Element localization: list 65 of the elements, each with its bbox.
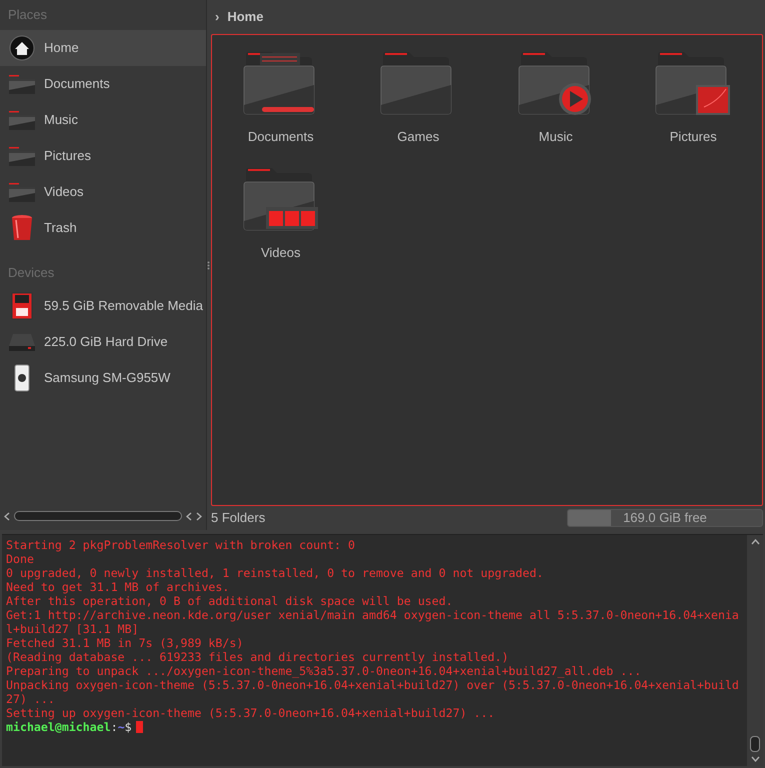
prompt-user: michael@michael [6,720,111,734]
house-icon [9,35,35,61]
breadcrumb-separator: › [215,8,220,26]
terminal-line: Need to get 31.1 MB of archives. [6,580,230,594]
sidebar-item[interactable]: Trash [0,210,206,246]
trash-icon [10,214,34,242]
folder-icon [8,145,36,167]
breadcrumb-item[interactable]: Home [227,7,264,27]
sidebar-item[interactable]: Documents [0,66,206,102]
item-label: 225.0 GiB Hard Drive [44,333,168,352]
item-label: Videos [44,183,84,202]
folder-item[interactable]: Documents [212,47,350,146]
phone-icon [14,364,30,392]
item-label: Samsung SM-G955W [44,369,170,388]
terminal-line: (Reading database ... 619233 files and directories currently installed.) [6,650,510,664]
item-label: Home [44,39,79,58]
folder-item[interactable]: Videos [212,162,350,262]
folder-label: Pictures [670,128,717,146]
splitter-handle-icon[interactable] [207,260,210,270]
terminal-line: Fetched 31.1 MB in 7s (3,989 kB/s) [6,636,244,650]
folder-icon [8,109,36,131]
item-label: Pictures [44,147,91,166]
hard-drive-icon [8,332,36,352]
folder-label: Documents [248,128,314,146]
sidebar-item[interactable]: Music [0,102,206,138]
sidebar-item[interactable]: 59.5 GiB Removable Media [0,288,206,324]
folder-icon [8,181,36,203]
sd-card-icon [10,292,34,320]
scroll-down-icon[interactable] [750,756,760,762]
folder-icon [8,73,36,95]
horizontal-scrollbar[interactable] [14,511,182,521]
sidebar-item[interactable]: Pictures [0,138,206,174]
scroll-up-icon[interactable] [750,539,760,545]
free-space-label: 169.0 GiB free [623,510,707,526]
item-label: Documents [44,75,110,94]
terminal-line: Done [6,552,35,566]
sidebar-item[interactable]: 225.0 GiB Hard Drive [0,324,206,360]
folder-item[interactable]: Games [350,47,487,146]
folder-label: Videos [260,244,300,262]
folder-item[interactable]: Pictures [624,47,762,146]
scroll-right-icon[interactable] [196,512,202,520]
folder-count: 5 Folders [211,509,266,528]
terminal-line: Starting 2 pkgProblemResolver with broken count: 0 [6,538,356,552]
terminal-line: Unpacking oxygen-icon-theme (5:5.37.0-0neon+16.04+xenial+build27) over (5:5.37.0-0neon+16.04+xenial+build27) ... [6,678,740,706]
terminal-line: 0 upgraded, 0 newly installed, 1 reinstalled, 0 to remove and 0 not upgraded. [6,566,544,580]
folder-label: Music [538,128,573,146]
folder-item[interactable]: Music [487,47,624,146]
terminal-line: Setting up oxygen-icon-theme (5:5.37.0-0neon+16.04+xenial+build27) ... [6,706,496,720]
sidebar-item[interactable]: Samsung SM-G955W [0,360,206,396]
item-label: Trash [44,219,77,238]
cursor [136,721,143,733]
prompt-symbol: $ [124,720,132,734]
sidebar-item[interactable]: Home [0,30,206,66]
prompt-path: ~ [118,720,125,734]
scroll-left-icon[interactable] [4,512,10,520]
item-label: Music [44,111,78,130]
folder-label: Games [397,128,440,146]
terminal-line: Preparing to unpack .../oxygen-icon-theme_5%3a5.37.0-0neon+16.04+xenial+build27_all.deb ... [6,664,642,678]
sidebar-item[interactable]: Videos [0,174,206,210]
item-label: 59.5 GiB Removable Media [44,297,203,316]
scrollbar-thumb[interactable] [750,736,760,752]
scroll-left-icon[interactable] [186,512,192,520]
prompt-separator: : [110,720,118,734]
terminal-line: After this operation, 0 B of additional disk space will be used. [6,594,454,608]
terminal-line: Get:1 http://archive.neon.kde.org/user xenial/main amd64 oxygen-icon-theme all 5:5.37.0-0neon+16.04+xenial+build27 [31.1 MB] [6,608,740,636]
